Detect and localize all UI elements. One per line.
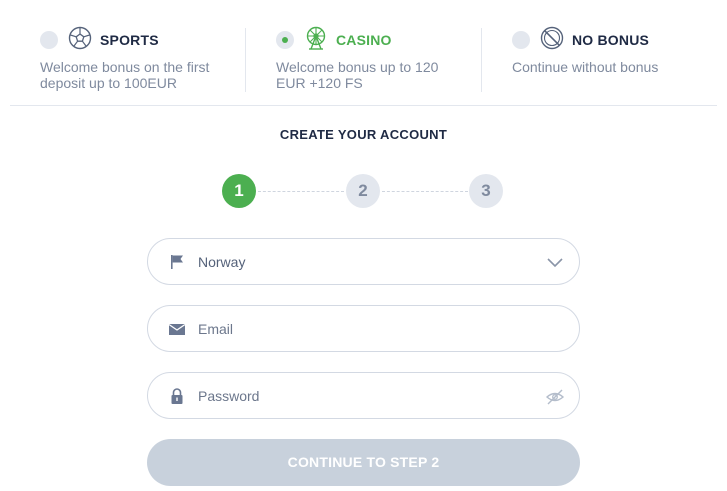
create-account-title: CREATE YOUR ACCOUNT — [279, 127, 448, 142]
email-field[interactable] — [147, 305, 580, 352]
bonus-title-casino: CASINO — [336, 32, 392, 48]
bonus-description-casino: Welcome bonus up to 120 EUR +120 FS — [276, 59, 439, 91]
step-connector — [382, 191, 468, 192]
continue-button[interactable]: CONTINUE TO STEP 2 — [147, 439, 580, 486]
step-3: 3 — [469, 174, 503, 208]
eye-hidden-icon[interactable] — [545, 389, 565, 407]
step-connector — [258, 191, 344, 192]
radio-casino[interactable] — [276, 31, 294, 49]
flag-icon — [168, 253, 186, 271]
chevron-down-icon — [545, 254, 565, 272]
bonus-title-no-bonus: NO BONUS — [572, 32, 650, 48]
bonus-divider — [245, 28, 246, 92]
bonus-description-sports: Welcome bonus on the first deposit up to… — [40, 59, 210, 91]
soccer-ball-icon — [68, 26, 92, 50]
bonus-selector: SPORTS Welcome bonus on the first deposi… — [10, 0, 717, 106]
envelope-icon — [168, 320, 186, 338]
bonus-title-sports: SPORTS — [100, 32, 159, 48]
bonus-divider — [481, 28, 482, 92]
password-field[interactable] — [147, 372, 580, 419]
ferris-wheel-icon — [304, 26, 328, 50]
step-2: 2 — [346, 174, 380, 208]
no-bonus-icon — [540, 26, 564, 50]
radio-sports[interactable] — [40, 31, 58, 49]
step-indicator: 1 2 3 — [222, 174, 504, 210]
email-input[interactable] — [198, 318, 538, 340]
country-value: Norway — [198, 254, 246, 270]
bonus-description-no-bonus: Continue without bonus — [512, 59, 659, 75]
password-input[interactable] — [198, 385, 538, 407]
lock-icon — [168, 387, 186, 405]
country-select[interactable]: Norway — [147, 238, 580, 285]
step-1: 1 — [222, 174, 256, 208]
radio-no-bonus[interactable] — [512, 31, 530, 49]
